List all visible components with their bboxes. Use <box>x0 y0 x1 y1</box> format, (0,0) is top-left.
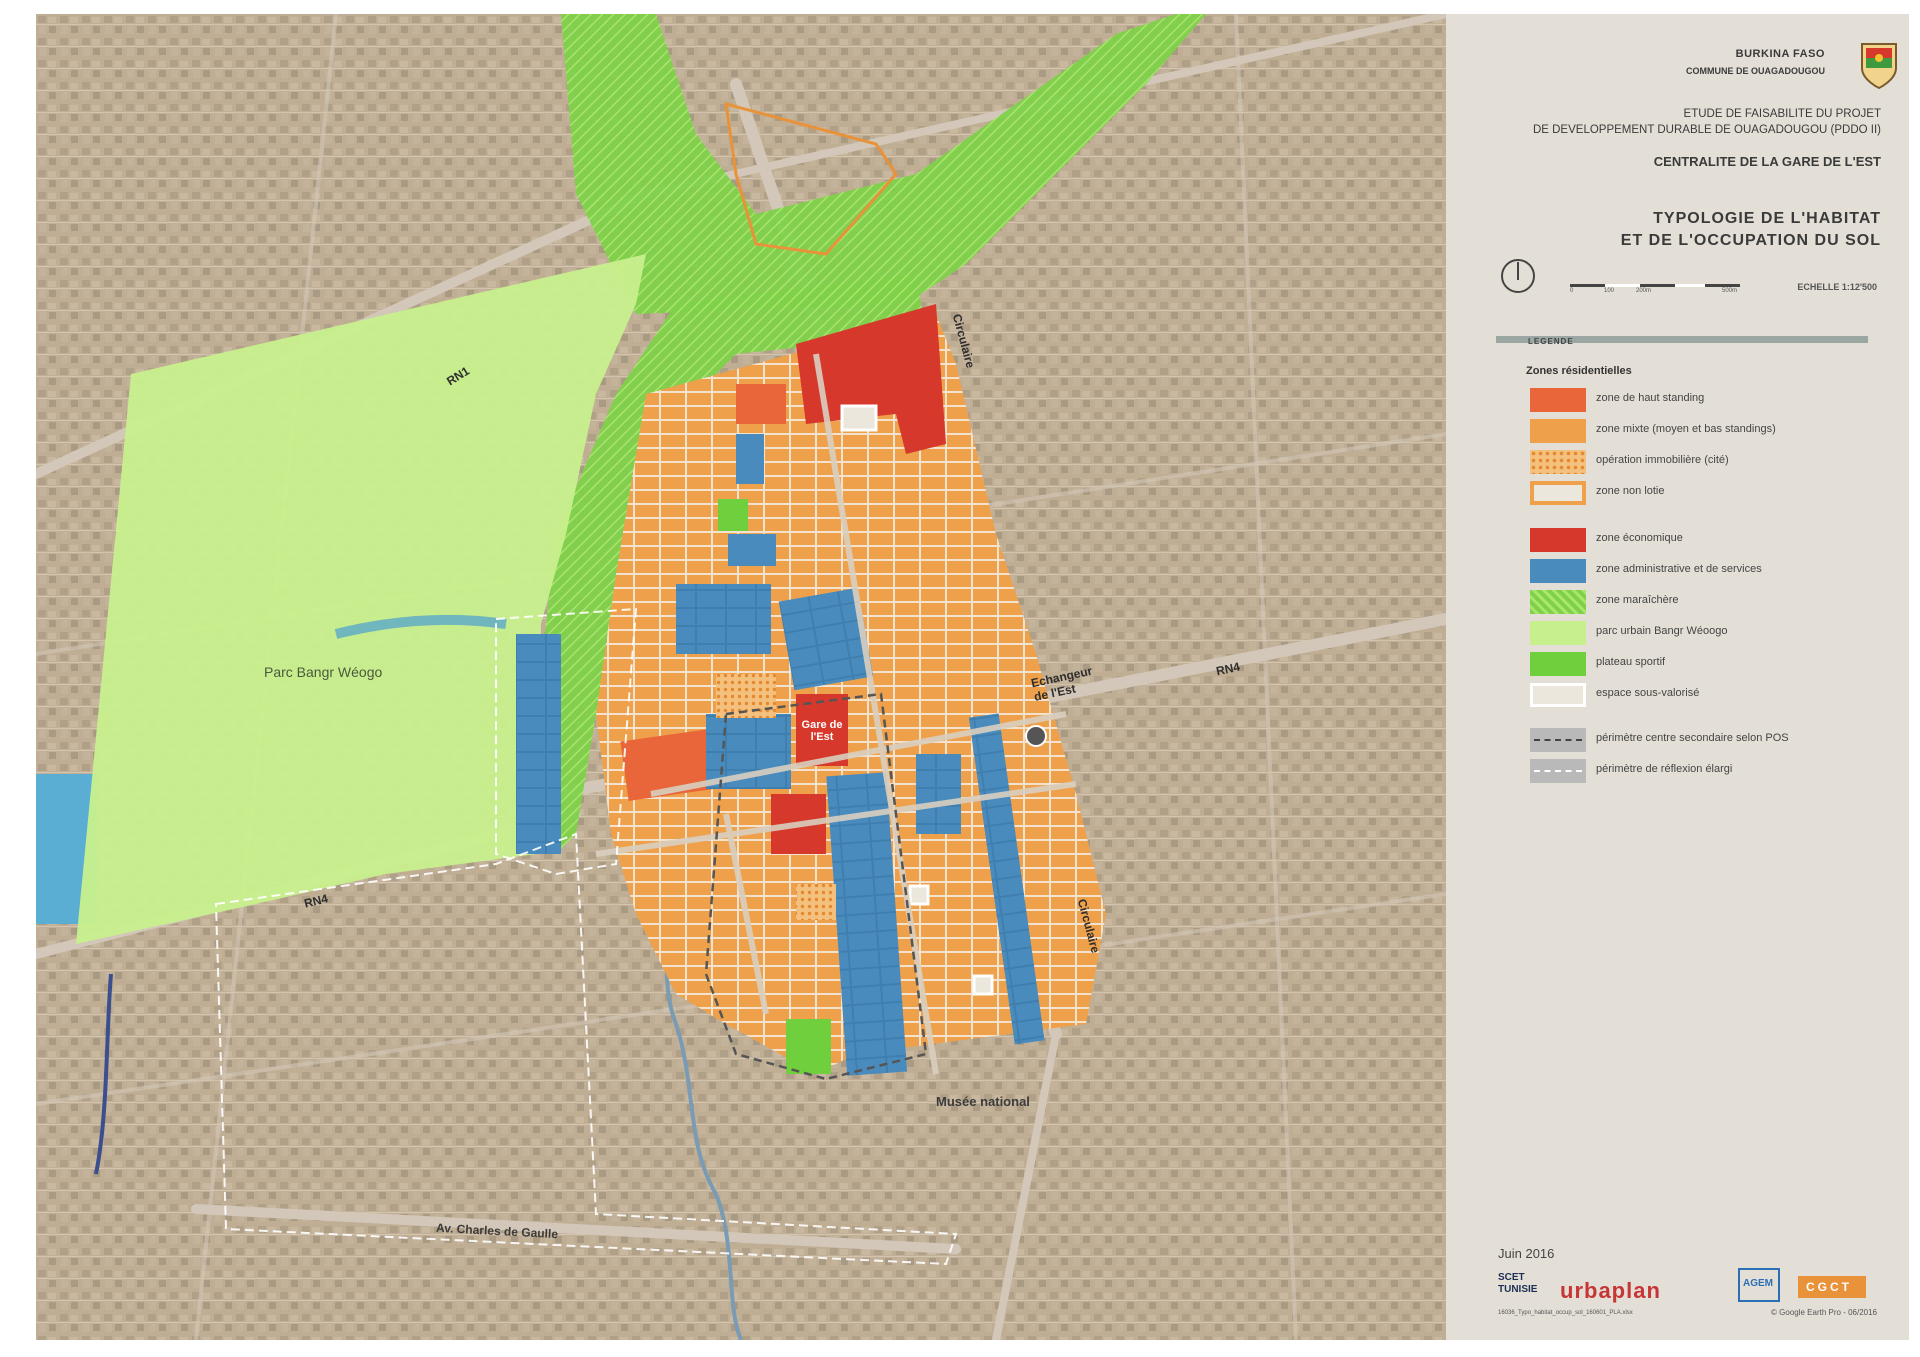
legend-label: périmètre centre secondaire selon POS <box>1596 732 1789 744</box>
date-label: Juin 2016 <box>1498 1246 1555 1261</box>
logo-agem: AGEM <box>1738 1268 1780 1302</box>
legend-swatch-administrative <box>1530 559 1586 583</box>
legend-swatch-economique <box>1530 528 1586 552</box>
label-musee: Musée national <box>936 1094 1030 1109</box>
header-commune: COMMUNE DE OUAGADOUGOU <box>1686 66 1825 76</box>
legend-label: périmètre de réflexion élargi <box>1596 763 1733 775</box>
legend-swatch-plateau <box>1530 652 1586 676</box>
legend-label: zone non lotie <box>1596 485 1665 497</box>
centralite-title: CENTRALITE DE LA GARE DE L'EST <box>1653 154 1881 169</box>
scale-tick: 200m <box>1636 288 1652 294</box>
legend-label: zone de haut standing <box>1596 392 1705 404</box>
legend-label: zone mixte (moyen et bas standings) <box>1596 423 1776 435</box>
imagery-credit: © Google Earth Pro - 06/2016 <box>1771 1308 1877 1317</box>
study-title-line1: ETUDE DE FAISABILITE DU PROJET <box>1683 108 1881 120</box>
echangeur-marker <box>1025 725 1047 747</box>
scale-tick: 100 <box>1604 288 1615 294</box>
legend-label: plateau sportif <box>1596 656 1666 668</box>
legend-residential-title: Zones résidentielles <box>1526 365 1632 377</box>
label-gare: Gare de l'Est <box>801 719 843 743</box>
logo-cgct: CGCT <box>1798 1276 1866 1298</box>
zone-admin-1 <box>676 584 771 654</box>
legend-swatch-sous-valorise <box>1530 683 1586 707</box>
study-title-line2: DE DEVELOPPEMENT DURABLE DE OUAGADOUGOU … <box>1532 124 1881 136</box>
legend-swatch-mixte <box>1530 419 1586 443</box>
file-reference: 16036_Typo_habitat_occup_sol_160601_PLA.… <box>1498 1310 1633 1316</box>
coat-of-arms-icon <box>1861 43 1897 90</box>
plateau-sportif-2 <box>786 1019 831 1074</box>
legend-label: zone administrative et de services <box>1596 563 1762 575</box>
logo-agem-text: AGEM <box>1743 1278 1773 1289</box>
legend-label: zone économique <box>1596 532 1683 544</box>
logo-cgct-text: CGCT <box>1806 1280 1852 1294</box>
legend-swatch-perimetre-pos <box>1530 728 1586 752</box>
scale-ticks: 0 100 200m 500m <box>1570 288 1740 298</box>
logo-urbaplan: urbaplan <box>1560 1278 1661 1303</box>
legend-swatch-haut-standing <box>1530 388 1586 412</box>
map-canvas <box>36 14 1446 1340</box>
legend-swatch-parc <box>1530 621 1586 645</box>
logo-scet: SCET TUNISIE <box>1498 1272 1548 1302</box>
scale-tick: 0 <box>1570 288 1574 294</box>
map-area[interactable]: Parc Bangr Wéogo Gare de l'Est Musée nat… <box>36 14 1446 1340</box>
legend-label: opération immobilière (cité) <box>1596 454 1729 466</box>
legend-label: zone maraîchère <box>1596 594 1679 606</box>
legend-swatch-maraichere <box>1530 590 1586 614</box>
zone-admin-west <box>516 634 561 854</box>
logo-scet-text: SCET TUNISIE <box>1498 1272 1538 1295</box>
map-sidebar: BURKINA FASO COMMUNE DE OUAGADOUGOU ETUD… <box>1446 14 1909 1340</box>
map-title-line1: TYPOLOGIE DE L'HABITAT <box>1653 210 1881 227</box>
plateau-sportif-1 <box>718 499 748 531</box>
legend-title: LEGENDE <box>1528 337 1574 346</box>
scale-tick: 500m <box>1722 288 1738 294</box>
map-title-line2: ET DE L'OCCUPATION DU SOL <box>1620 232 1881 249</box>
legend-swatch-perimetre-reflexion <box>1530 759 1586 783</box>
legend-swatch-non-lotie <box>1530 481 1586 505</box>
north-arrow-icon <box>1501 259 1535 293</box>
legend-label: espace sous-valorisé <box>1596 687 1700 699</box>
legend-swatch-operation <box>1530 450 1586 474</box>
header-country: BURKINA FASO <box>1735 48 1825 60</box>
legend-label: parc urbain Bangr Wéoogo <box>1596 625 1728 637</box>
label-parc: Parc Bangr Wéogo <box>264 664 383 680</box>
scale-label: ECHELLE 1:12'500 <box>1797 282 1877 292</box>
